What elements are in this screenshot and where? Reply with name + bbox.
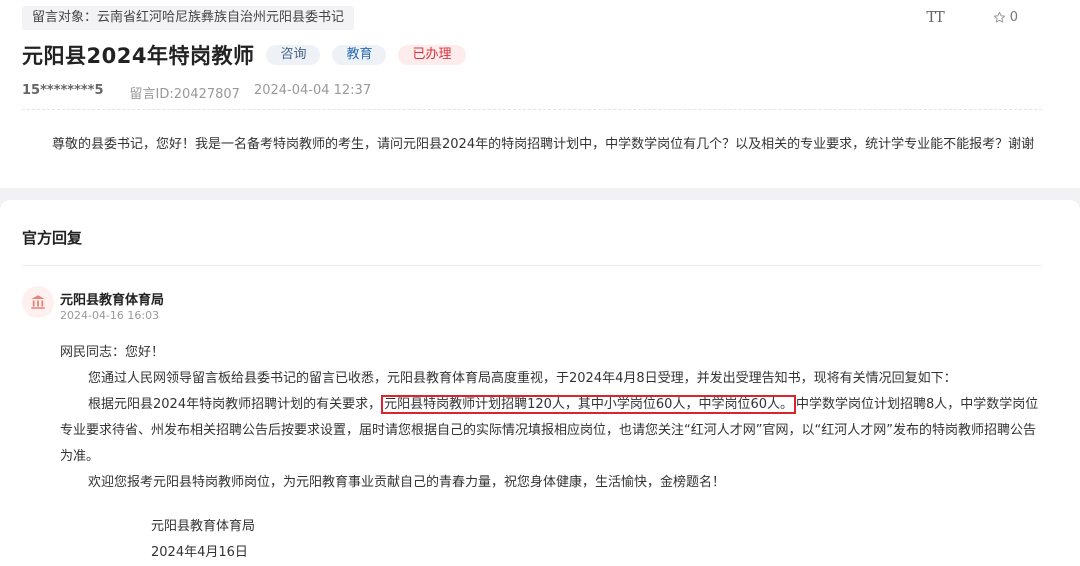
tag-status: 已办理 bbox=[398, 45, 466, 65]
avatar bbox=[22, 286, 54, 318]
question-text: 尊敬的县委书记，您好！我是一名备考特岗教师的考生，请问元阳县2024年的特岗招聘… bbox=[52, 137, 1035, 152]
divider bbox=[22, 109, 1042, 110]
star-count: 0 bbox=[1009, 9, 1018, 25]
reply-paragraph: 您通过人民网领导留言板给县委书记的留言已收悉，元阳县教育体育局高度重视，于202… bbox=[88, 371, 957, 386]
toolbar: TT 0 bbox=[926, 8, 1018, 26]
tag-education[interactable]: 教育 bbox=[332, 45, 387, 65]
reply-card: 官方回复 元阳县教育体育局 2024-04-16 16:03 网民同志：您好！ … bbox=[0, 200, 1080, 566]
signature-date: 2024年4月16日 bbox=[151, 545, 248, 560]
star-icon bbox=[993, 11, 1005, 23]
message-target: 留言对象：云南省红河哈尼族彝族自治州元阳县委书记 bbox=[22, 6, 355, 30]
message-id: 留言ID:20427807 bbox=[129, 87, 240, 102]
highlighted-text: 元阳县特岗教师计划招聘120人，其中小学岗位60人，中学岗位60人。 bbox=[381, 395, 796, 414]
tag-consult[interactable]: 咨询 bbox=[266, 45, 321, 65]
reply-paragraph: 根据元阳县2024年特岗教师招聘计划的有关要求， 元阳县特岗教师计划招聘120人，… bbox=[60, 392, 1044, 470]
title-row: 元阳县2024年特岗教师 咨询 教育 已办理 bbox=[22, 40, 466, 70]
reply-time: 2024-04-16 16:03 bbox=[60, 309, 160, 322]
message-time: 2024-04-04 12:37 bbox=[253, 83, 372, 98]
star-button[interactable]: 0 bbox=[993, 10, 1018, 25]
reply-department: 元阳县教育体育局 bbox=[60, 293, 165, 308]
reply-body: 网民同志：您好！ 您通过人民网领导留言板给县委书记的留言已收悉，元阳县教育体育局… bbox=[60, 340, 1044, 566]
government-building-icon bbox=[31, 295, 45, 309]
signature-department: 元阳县教育体育局 bbox=[151, 519, 256, 534]
message-title: 元阳县2024年特岗教师 bbox=[22, 44, 255, 68]
reply-paragraph: 欢迎您报考元阳县特岗教师岗位，为元阳教育事业贡献自己的青春力量，祝您身体健康，生… bbox=[88, 475, 726, 490]
reply-text: 根据元阳县2024年特岗教师招聘计划的有关要求， bbox=[88, 397, 382, 412]
divider bbox=[22, 265, 1042, 266]
font-size-icon[interactable]: TT bbox=[926, 8, 944, 26]
message-meta: 15********5 留言ID:20427807 2024-04-04 12:… bbox=[22, 83, 371, 102]
reply-section-title: 官方回复 bbox=[22, 229, 83, 247]
user-id: 15********5 bbox=[22, 83, 104, 98]
reply-greeting: 网民同志：您好！ bbox=[60, 345, 165, 360]
message-card: 留言对象：云南省红河哈尼族彝族自治州元阳县委书记 TT 0 元阳县2024年特岗… bbox=[0, 0, 1080, 188]
